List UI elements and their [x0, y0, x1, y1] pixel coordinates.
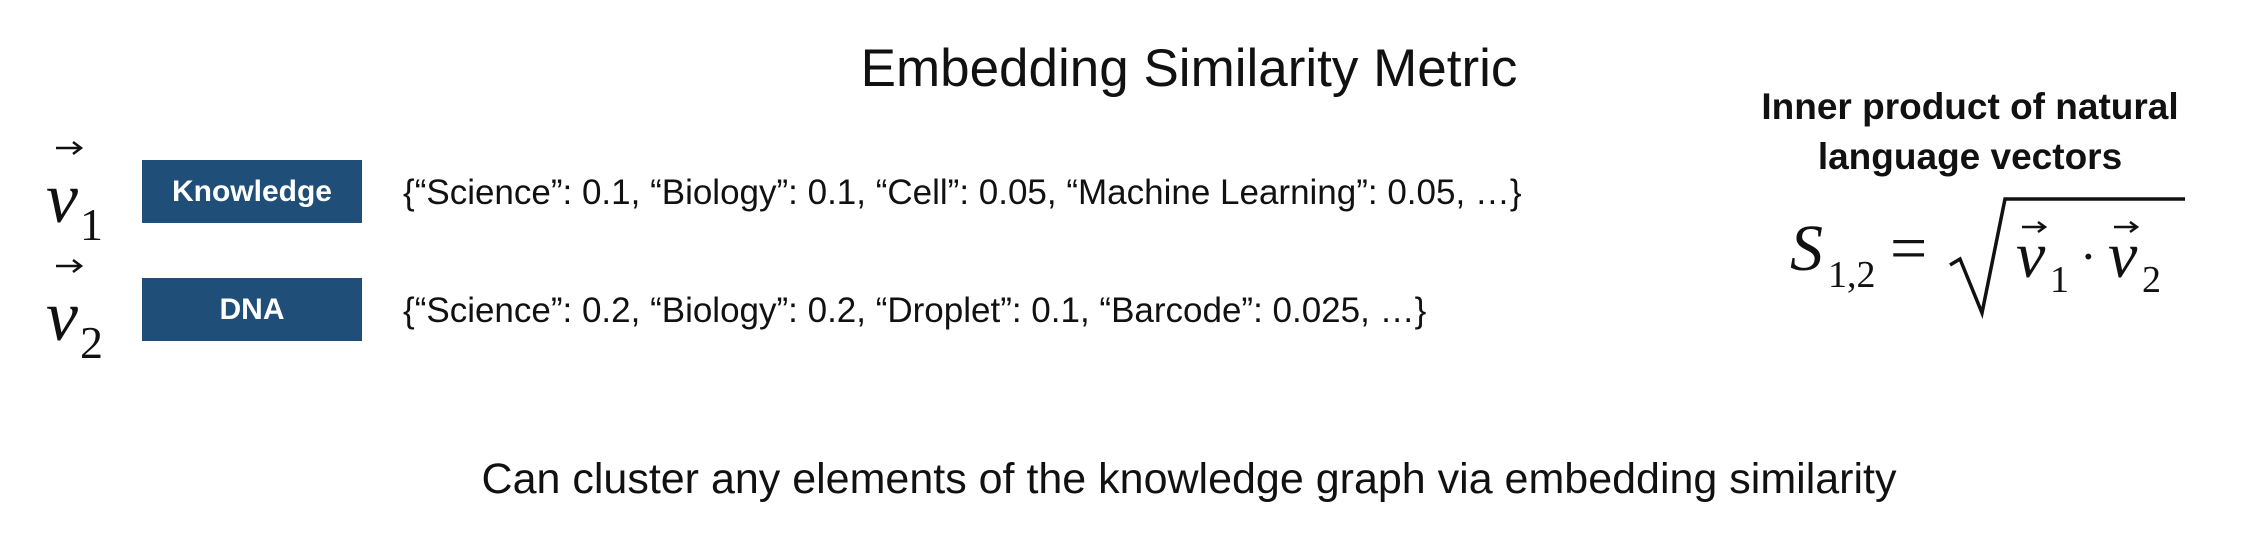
concept-box-label: DNA: [219, 292, 285, 326]
vector-1-label: v1: [46, 141, 103, 248]
formula-vector-2-subscript: 2: [2142, 259, 2161, 301]
formula-vector-1-symbol: v: [2016, 219, 2046, 292]
formula-vector-2-symbol: v: [2108, 219, 2138, 292]
concept-box-label: Knowledge: [171, 174, 332, 208]
formula-vector-1-subscript: 1: [2050, 259, 2069, 301]
vector-1-symbol: v: [46, 158, 78, 238]
similarity-formula: S 1,2 = v 1 · v 2: [1790, 197, 2185, 320]
vector-arrow-icon: [56, 259, 84, 273]
vector-2-symbol: v: [46, 276, 78, 356]
formula-equals: =: [1890, 212, 1927, 285]
concept-box-knowledge: Knowledge: [142, 160, 362, 223]
vector-2-label: v2: [46, 259, 103, 366]
embedding-vector-2: {“Science”: 0.2, “Biology”: 0.2, “Drople…: [403, 291, 1427, 330]
vector-1-subscript: 1: [79, 199, 103, 250]
formula-lhs-subscript: 1,2: [1828, 254, 1876, 296]
vector-2-subscript: 2: [79, 317, 103, 368]
diagram-title-text: Embedding Similarity Metric: [860, 39, 1518, 98]
embedding-vector-1: {“Science”: 0.1, “Biology”: 0.1, “Cell”:…: [403, 173, 1522, 212]
vector-arrow-icon: [56, 141, 84, 155]
metric-heading-line-1: Inner product of natural: [1761, 86, 2179, 127]
formula-lhs-symbol: S: [1790, 212, 1823, 285]
metric-heading: Inner product of natural language vector…: [1720, 82, 2220, 182]
caption: Can cluster any elements of the knowledg…: [481, 455, 1897, 503]
metric-heading-line-2: language vectors: [1817, 136, 2123, 177]
concept-box-dna: DNA: [142, 278, 362, 341]
formula-dot-operator: ·: [2080, 228, 2097, 284]
